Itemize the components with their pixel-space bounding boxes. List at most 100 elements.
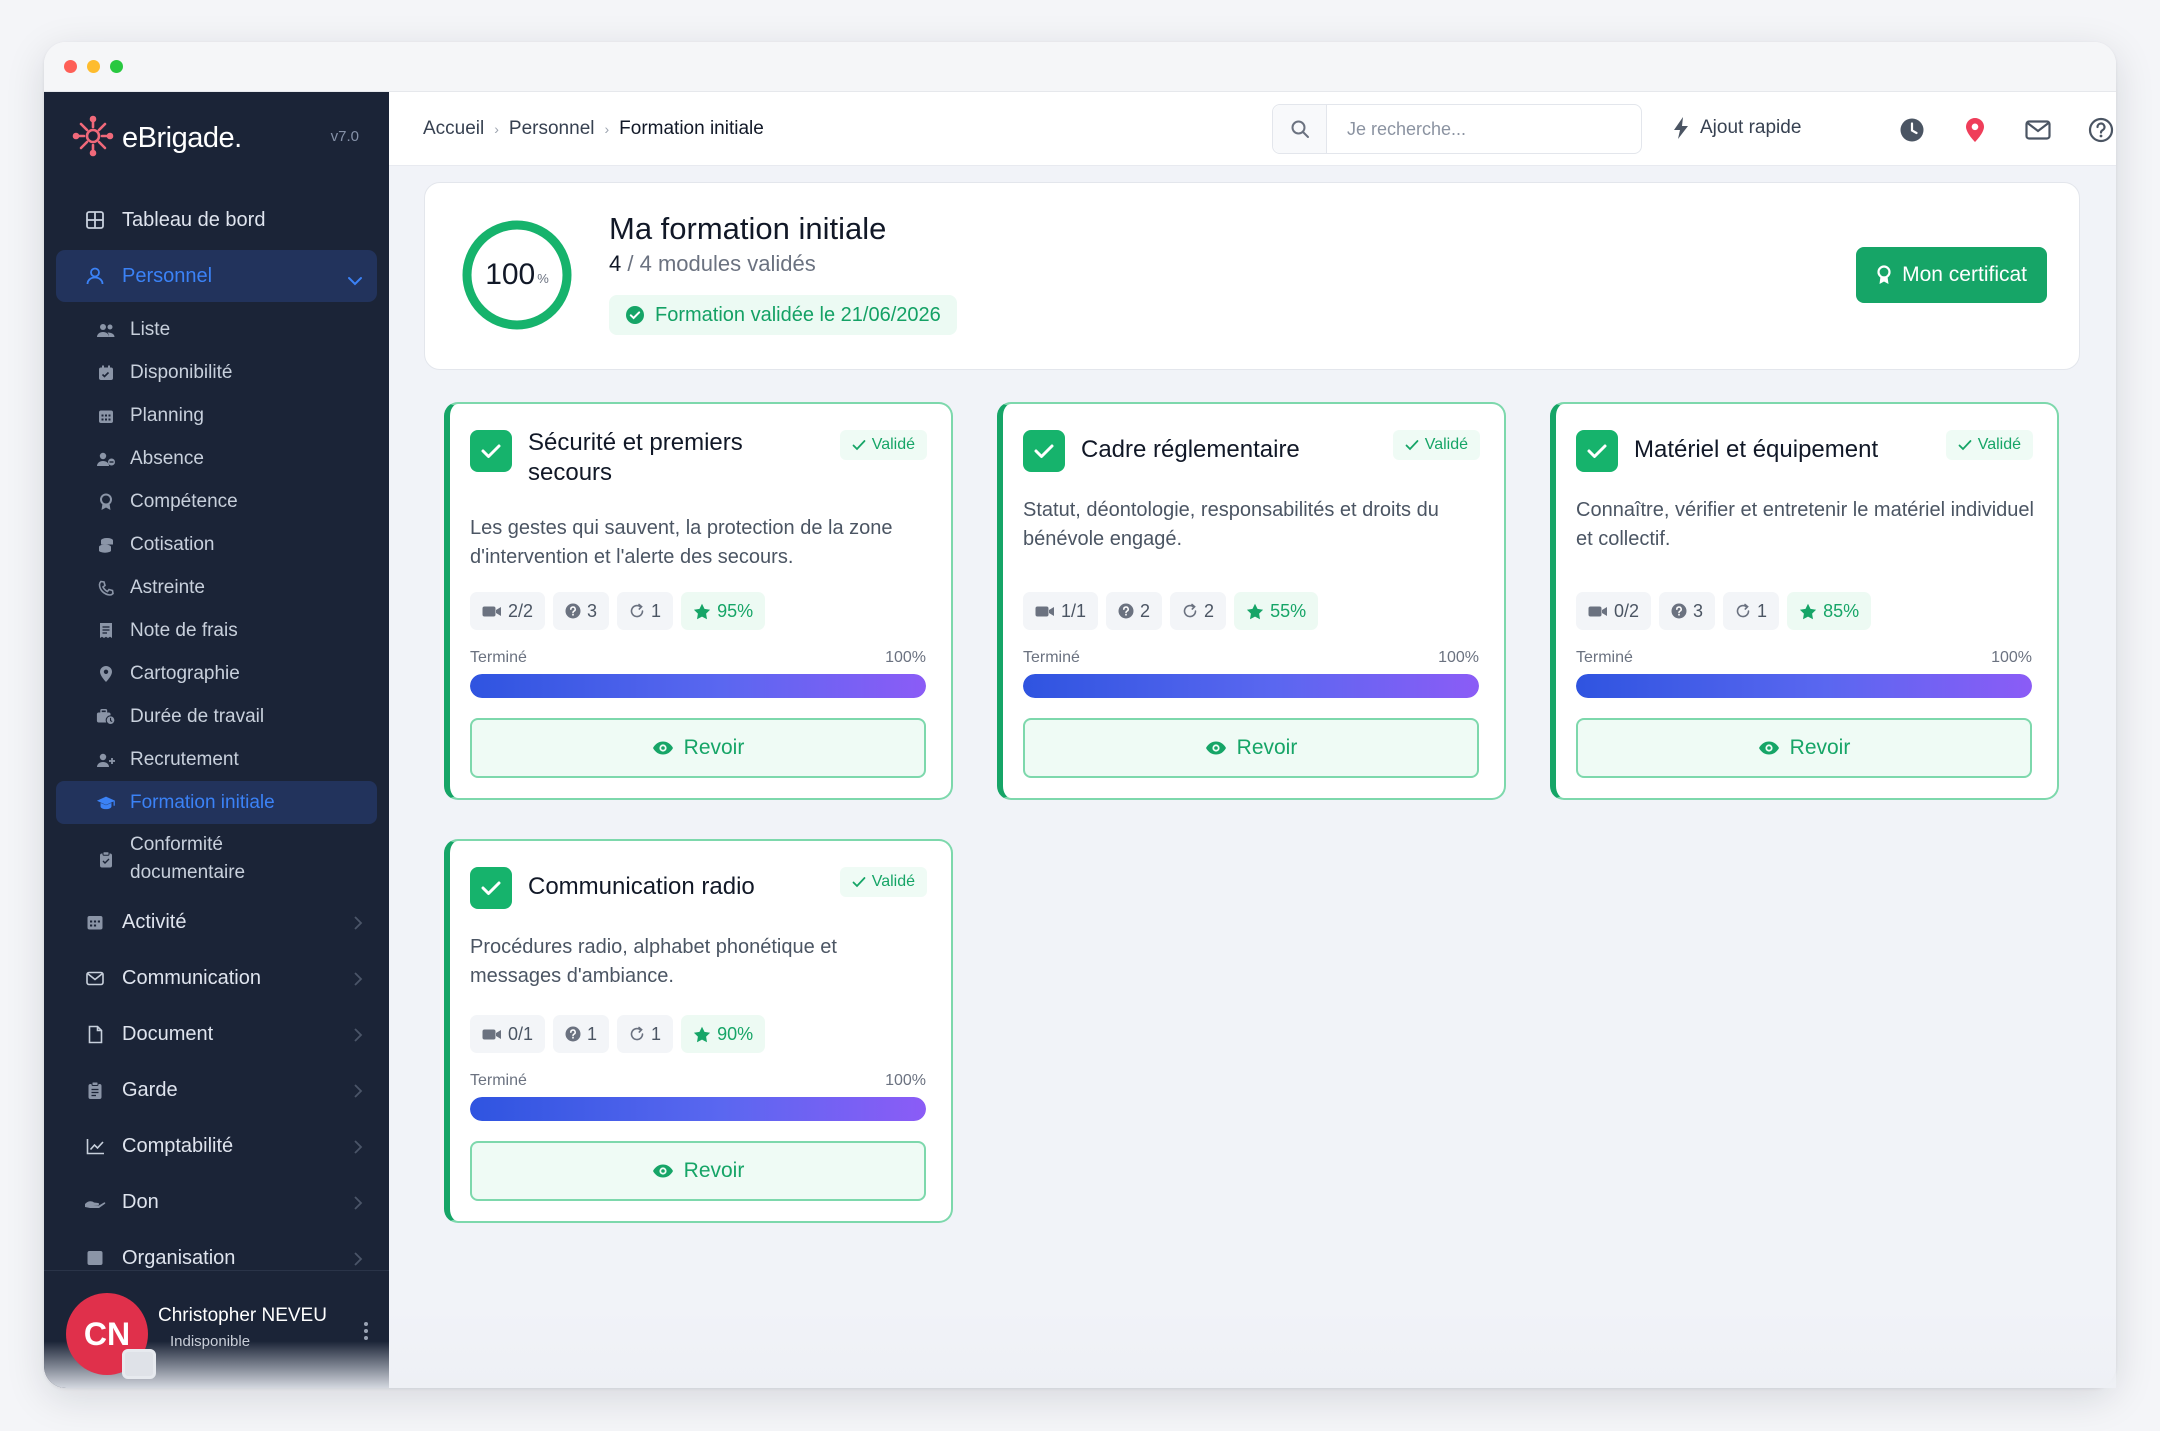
search-input[interactable] — [1347, 118, 1627, 140]
graduation-cap-icon — [96, 795, 116, 811]
progress-status: Terminé — [1576, 649, 1633, 666]
more-vertical-icon[interactable] — [363, 1321, 369, 1346]
receipt-icon — [96, 622, 116, 639]
progress-bar — [470, 1097, 926, 1121]
question-count-chip: 3 — [1659, 592, 1716, 630]
module-status-badge: Validé — [1392, 430, 1480, 460]
sidebar-subitem-label: Conformité documentaire — [130, 834, 246, 883]
question-circle-icon — [1671, 603, 1687, 619]
bottom-fade — [389, 1308, 2116, 1388]
lightning-icon — [1672, 116, 1690, 140]
breadcrumb-item-personnel[interactable]: Personnel — [509, 118, 595, 140]
sidebar-item-document[interactable]: Document — [56, 1006, 377, 1062]
sidebar-item-label: Communication — [122, 966, 261, 989]
review-button[interactable]: Revoir — [470, 718, 926, 778]
sidebar-item-activite[interactable]: Activité — [56, 894, 377, 950]
progress-labels: Terminé 100% — [470, 1072, 926, 1090]
map-marker-icon[interactable] — [1961, 116, 1989, 144]
user-minus-icon — [96, 451, 116, 467]
module-stats: 0/2 3 1 85% — [1576, 592, 1872, 630]
progress-value: 100% — [1438, 649, 1479, 666]
video-count-chip: 1/1 — [1023, 592, 1099, 630]
brand[interactable]: eBrigade. v7.0 — [44, 92, 389, 184]
module-description: Les gestes qui sauvent, la protection de… — [470, 517, 893, 568]
sidebar-item-tableau-de-bord[interactable]: Tableau de bord — [56, 192, 377, 248]
page-title: Ma formation initiale — [609, 211, 887, 246]
review-button[interactable]: Revoir — [1576, 718, 2032, 778]
mail-icon — [84, 967, 106, 989]
chevron-right-icon — [353, 970, 363, 993]
breadcrumb-separator-icon: › — [604, 120, 610, 137]
minimize-window-button[interactable] — [87, 60, 100, 73]
module-stats: 1/1 2 2 55% — [1023, 592, 1319, 630]
clock-icon[interactable] — [1898, 116, 1926, 144]
sidebar-subitem-astreinte[interactable]: Astreinte — [56, 566, 377, 609]
sidebar-subitem-duree-de-travail[interactable]: Durée de travail — [56, 695, 377, 738]
module-status-badge: Validé — [839, 430, 927, 460]
module-card: Communication radio Validé Procédures ra… — [444, 839, 953, 1223]
help-icon[interactable] — [2087, 116, 2115, 144]
sidebar-subitem-formation-initiale[interactable]: Formation initiale — [56, 781, 377, 824]
user-panel[interactable]: CN Christopher NEVEU Indisponible — [44, 1270, 389, 1388]
attempt-count-chip: 1 — [617, 1015, 674, 1053]
sidebar-subitem-label: Compétence — [130, 490, 238, 512]
sidebar-item-don[interactable]: Don — [56, 1174, 377, 1230]
sidebar-subitem-cartographie[interactable]: Cartographie — [56, 652, 377, 695]
sidebar-item-label: Personnel — [122, 264, 213, 287]
review-button[interactable]: Revoir — [470, 1141, 926, 1201]
sidebar-item-personnel[interactable]: Personnel — [56, 250, 377, 302]
sidebar-subitem-disponibilite[interactable]: Disponibilité — [56, 351, 377, 394]
sidebar-subitem-absence[interactable]: Absence — [56, 437, 377, 480]
sidebar-subitem-conformite-documentaire[interactable]: Conformité documentaire — [56, 824, 377, 894]
sidebar-subitem-cotisation[interactable]: Cotisation — [56, 523, 377, 566]
envelope-icon[interactable] — [2024, 116, 2052, 144]
sidebar-subitem-label: Astreinte — [130, 576, 205, 598]
topbar: Accueil › Personnel › Formation initiale — [389, 92, 2116, 166]
phone-icon — [96, 580, 116, 596]
sidebar-item-garde[interactable]: Garde — [56, 1062, 377, 1118]
star-icon — [1246, 603, 1264, 620]
sidebar-subitem-competence[interactable]: Compétence — [56, 480, 377, 523]
file-icon — [84, 1023, 106, 1045]
review-button[interactable]: Revoir — [1023, 718, 1479, 778]
breadcrumb-item-accueil[interactable]: Accueil — [423, 118, 484, 140]
award-icon — [96, 493, 116, 511]
maximize-window-button[interactable] — [110, 60, 123, 73]
sidebar-item-comptabilite[interactable]: Comptabilité — [56, 1118, 377, 1174]
video-camera-icon — [482, 605, 502, 618]
module-title: Sécurité et premiers secours — [528, 429, 743, 486]
question-count-chip: 1 — [553, 1015, 610, 1053]
certificate-award-icon — [1876, 265, 1892, 285]
sidebar-item-organisation[interactable]: Organisation — [56, 1230, 377, 1270]
video-count-chip: 0/2 — [1576, 592, 1652, 630]
check-icon — [852, 876, 866, 888]
progress-bar — [1576, 674, 2032, 698]
quick-add-button[interactable]: Ajout rapide — [1672, 116, 1801, 140]
sidebar-subitem-label: Recrutement — [130, 748, 239, 770]
coins-icon — [96, 537, 116, 553]
sidebar-subitem-label: Absence — [130, 447, 204, 469]
eye-icon — [652, 1163, 674, 1179]
clipboard-list-icon — [84, 1079, 106, 1101]
progress-status: Terminé — [470, 1072, 527, 1089]
chevron-right-icon — [353, 1194, 363, 1217]
sidebar-subitem-recrutement[interactable]: Recrutement — [56, 738, 377, 781]
question-circle-icon — [565, 603, 581, 619]
sidebar-subitem-liste[interactable]: Liste — [56, 308, 377, 351]
search-box — [1272, 104, 1642, 154]
eye-icon — [1758, 740, 1780, 756]
sidebar-item-communication[interactable]: Communication — [56, 950, 377, 1006]
sidebar-subitem-label: Planning — [130, 404, 204, 426]
sidebar-subitem-note-de-frais[interactable]: Note de frais — [56, 609, 377, 652]
sidebar-item-label: Tableau de bord — [122, 208, 266, 231]
score-chip: 90% — [681, 1015, 766, 1053]
eye-icon — [1205, 740, 1227, 756]
sidebar-subitem-planning[interactable]: Planning — [56, 394, 377, 437]
progress-value: 100% — [1991, 649, 2032, 666]
certificate-button[interactable]: Mon certificat — [1856, 247, 2047, 303]
close-window-button[interactable] — [64, 60, 77, 73]
module-status-badge: Validé — [1945, 430, 2033, 460]
search-icon[interactable] — [1273, 105, 1327, 153]
module-card: Sécurité et premiers secours Validé Les … — [444, 402, 953, 800]
user-icon — [84, 265, 106, 287]
